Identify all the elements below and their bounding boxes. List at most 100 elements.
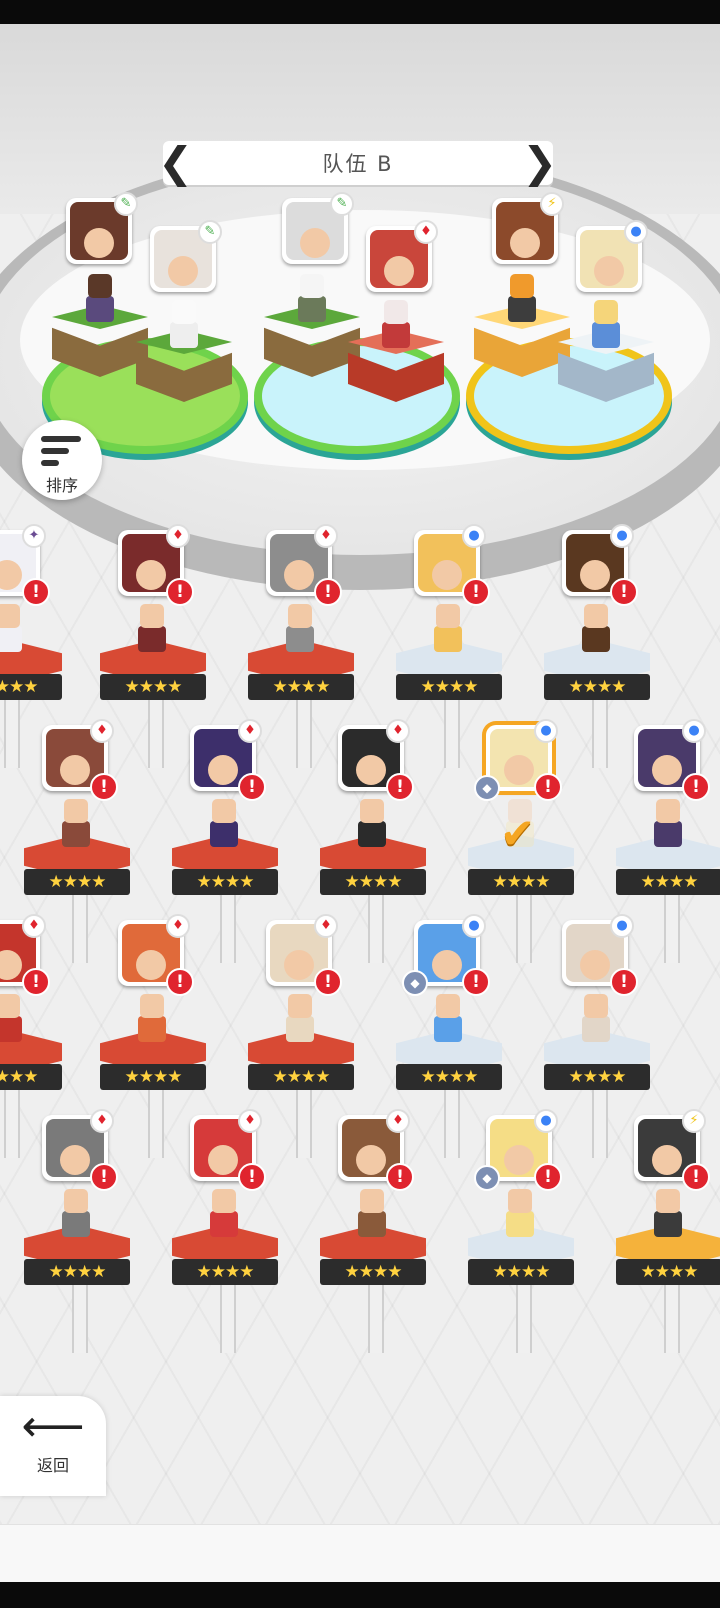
fire-element-icon: ♦ <box>414 220 438 244</box>
hero-portrait[interactable]: ●! ◆ <box>474 719 562 801</box>
water-element-icon: ● <box>682 719 706 743</box>
star-rating: ★★★★ <box>172 869 278 895</box>
fire-element-icon: ♦ <box>238 719 262 743</box>
star-rating: ★★★★ <box>468 1259 574 1285</box>
hero-sprite[interactable] <box>352 799 392 851</box>
team-hero-sprite[interactable] <box>376 300 416 352</box>
hero-sprite[interactable] <box>0 994 28 1046</box>
hero-portrait[interactable]: ●! <box>562 914 638 996</box>
hero-sprite[interactable] <box>428 994 468 1046</box>
hero-sprite[interactable] <box>280 604 320 656</box>
team-hero-portrait[interactable]: ✎ <box>150 220 222 292</box>
sort-button[interactable]: 排序 <box>22 420 102 500</box>
star-rating: ★★★★ <box>544 1064 650 1090</box>
game-screen: 队伍 B ❮ ❯ ✎ ✎ ✎ ♦ ⚡ ● 排序 ★★★★ ✦! ★★★★ ♦! ★★★★… <box>0 0 720 1608</box>
fire-element-icon: ♦ <box>166 914 190 938</box>
hero-sprite[interactable] <box>56 799 96 851</box>
alert-icon: ! <box>534 1163 562 1191</box>
fire-element-icon: ♦ <box>22 914 46 938</box>
hero-portrait[interactable]: ♦! <box>338 1109 414 1191</box>
hero-portrait[interactable]: ●! <box>414 524 490 606</box>
team-hero-portrait[interactable]: ✎ <box>66 192 138 264</box>
team-hero-portrait[interactable]: ♦ <box>366 220 438 292</box>
hero-portrait[interactable]: ●! ◆ <box>402 914 490 996</box>
nature-element-icon: ✎ <box>114 192 138 216</box>
hero-portrait[interactable]: ♦! <box>190 1109 266 1191</box>
alert-icon: ! <box>90 773 118 801</box>
hero-portrait[interactable]: ♦! <box>42 1109 118 1191</box>
back-button[interactable]: ⟵ 返回 <box>0 1396 106 1496</box>
hero-sprite[interactable] <box>56 1189 96 1241</box>
alert-icon: ! <box>166 578 194 606</box>
fire-element-icon: ♦ <box>386 719 410 743</box>
hero-sprite[interactable] <box>648 799 688 851</box>
fire-element-icon: ♦ <box>314 914 338 938</box>
hero-portrait[interactable]: ♦! <box>42 719 118 801</box>
hero-portrait[interactable]: ●! ◆ <box>474 1109 562 1191</box>
hero-sprite[interactable] <box>280 994 320 1046</box>
dark-element-icon: ✦ <box>22 524 46 548</box>
star-rating: ★★★★ <box>172 1259 278 1285</box>
nature-element-icon: ✎ <box>330 192 354 216</box>
hero-portrait[interactable]: ♦! <box>0 914 50 996</box>
team-hero-sprite[interactable] <box>292 274 332 326</box>
hero-sprite[interactable] <box>428 604 468 656</box>
water-element-icon: ● <box>534 719 558 743</box>
team-hero-sprite[interactable] <box>502 274 542 326</box>
team-hero-portrait[interactable]: ⚡ <box>492 192 564 264</box>
alert-icon: ! <box>90 1163 118 1191</box>
hero-sprite[interactable] <box>0 604 28 656</box>
sort-label: 排序 <box>45 476 78 495</box>
team-hero-portrait[interactable]: ● <box>576 220 648 292</box>
alert-icon: ! <box>238 1163 266 1191</box>
hero-sprite[interactable] <box>132 994 172 1046</box>
rank-badge-icon: ◆ <box>474 1165 500 1191</box>
alert-icon: ! <box>610 578 638 606</box>
hero-portrait[interactable]: ✦! <box>0 524 50 606</box>
chevron-right-icon[interactable]: ❯ <box>522 139 557 187</box>
star-rating: ★★★★ <box>100 1064 206 1090</box>
hero-sprite[interactable] <box>576 994 616 1046</box>
hero-portrait[interactable]: ♦! <box>266 914 342 996</box>
light-element-icon: ⚡ <box>682 1109 706 1133</box>
hero-portrait[interactable]: ♦! <box>118 524 194 606</box>
hero-sprite[interactable] <box>648 1189 688 1241</box>
sort-descending-icon <box>41 434 83 470</box>
hero-sprite[interactable] <box>352 1189 392 1241</box>
star-rating: ★★★★ <box>396 674 502 700</box>
alert-icon: ! <box>682 773 710 801</box>
fire-element-icon: ♦ <box>166 524 190 548</box>
fire-element-icon: ♦ <box>90 719 114 743</box>
hero-portrait[interactable]: ●! <box>634 719 710 801</box>
fire-element-icon: ♦ <box>238 1109 262 1133</box>
team-title: 队伍 B <box>322 152 394 176</box>
alert-icon: ! <box>314 968 342 996</box>
hero-sprite[interactable] <box>204 1189 244 1241</box>
fire-element-icon: ♦ <box>386 1109 410 1133</box>
hero-sprite[interactable] <box>204 799 244 851</box>
hero-sprite[interactable] <box>500 1189 540 1241</box>
team-hero-portrait[interactable]: ✎ <box>282 192 354 264</box>
hero-portrait[interactable]: ♦! <box>118 914 194 996</box>
chevron-left-icon[interactable]: ❮ <box>158 139 193 187</box>
hero-sprite[interactable] <box>132 604 172 656</box>
hero-portrait[interactable]: ♦! <box>266 524 342 606</box>
status-bar <box>0 0 720 24</box>
star-rating: ★★★★ <box>24 1259 130 1285</box>
team-hero-sprite[interactable] <box>586 300 626 352</box>
arrow-left-icon: ⟵ <box>21 1401 85 1452</box>
team-hero-sprite[interactable] <box>164 300 204 352</box>
hero-sprite[interactable] <box>576 604 616 656</box>
star-rating: ★★★★ <box>248 1064 354 1090</box>
nature-element-icon: ✎ <box>198 220 222 244</box>
star-rating: ★★★★ <box>396 1064 502 1090</box>
hero-portrait[interactable]: ⚡! <box>634 1109 710 1191</box>
star-rating: ★★★★ <box>248 674 354 700</box>
hero-portrait[interactable]: ●! <box>562 524 638 606</box>
star-rating: ★★★★ <box>544 674 650 700</box>
fire-element-icon: ♦ <box>314 524 338 548</box>
hero-portrait[interactable]: ♦! <box>190 719 266 801</box>
back-label: 返回 <box>36 1456 69 1475</box>
hero-portrait[interactable]: ♦! <box>338 719 414 801</box>
team-hero-sprite[interactable] <box>80 274 120 326</box>
